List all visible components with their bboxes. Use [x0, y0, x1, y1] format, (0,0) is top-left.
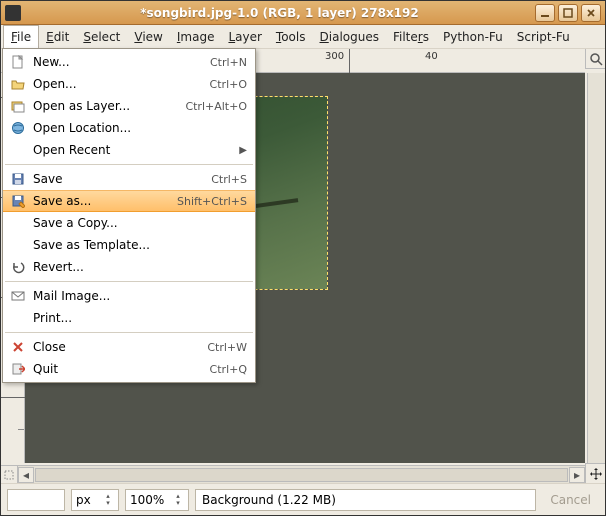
horizontal-scrollbar[interactable]: ◂ ▸: [18, 465, 585, 483]
close-icon: [9, 339, 27, 355]
unit-selector[interactable]: px ▴▾: [71, 489, 119, 511]
submenu-arrow-icon: ▶: [239, 145, 247, 156]
new-icon: [9, 54, 27, 70]
menu-filters[interactable]: Filters: [386, 25, 436, 48]
spinner-icon: ▴▾: [102, 491, 114, 509]
globe-icon: [9, 120, 27, 136]
revert-icon: [9, 259, 27, 275]
statusbar: px ▴▾ 100% ▴▾ Background (1.22 MB) Cance…: [1, 483, 605, 515]
vertical-scrollbar[interactable]: [587, 73, 605, 463]
status-message: Background (1.22 MB): [195, 489, 536, 511]
blank-icon: [9, 215, 27, 231]
menu-select[interactable]: Select: [76, 25, 127, 48]
menu-item-open-location[interactable]: Open Location...: [3, 117, 255, 139]
cursor-position: [7, 489, 65, 511]
menu-script-fu[interactable]: Script-Fu: [510, 25, 577, 48]
zoom-selector[interactable]: 100% ▴▾: [125, 489, 189, 511]
open-layer-icon: [9, 98, 27, 114]
scroll-track[interactable]: [35, 468, 568, 482]
titlebar[interactable]: *songbird.jpg-1.0 (RGB, 1 layer) 278x192: [1, 1, 605, 25]
menu-tools[interactable]: Tools: [269, 25, 313, 48]
close-window-button[interactable]: [581, 4, 601, 22]
menu-item-open-as-layer[interactable]: Open as Layer... Ctrl+Alt+O: [3, 95, 255, 117]
separator: [5, 164, 253, 165]
menu-dialogues[interactable]: Dialogues: [313, 25, 386, 48]
menu-item-close[interactable]: Close Ctrl+W: [3, 336, 255, 358]
menu-item-print[interactable]: Print...: [3, 307, 255, 329]
menu-python-fu[interactable]: Python-Fu: [436, 25, 510, 48]
mail-icon: [9, 288, 27, 304]
zoom-nav-button[interactable]: [585, 49, 605, 69]
menu-item-revert[interactable]: Revert...: [3, 256, 255, 278]
menu-item-new[interactable]: New... Ctrl+N: [3, 51, 255, 73]
blank-icon: [9, 142, 27, 158]
menu-item-mail-image[interactable]: Mail Image...: [3, 285, 255, 307]
quit-icon: [9, 361, 27, 377]
move-icon: [589, 467, 603, 481]
menu-item-save-template[interactable]: Save as Template...: [3, 234, 255, 256]
menu-item-quit[interactable]: Quit Ctrl+Q: [3, 358, 255, 380]
menu-layer[interactable]: Layer: [221, 25, 268, 48]
open-icon: [9, 76, 27, 92]
quickmask-toggle[interactable]: [1, 465, 18, 483]
maximize-button[interactable]: [558, 4, 578, 22]
window-title: *songbird.jpg-1.0 (RGB, 1 layer) 278x192: [27, 6, 532, 20]
app-icon: [5, 5, 21, 21]
menu-file[interactable]: File: [3, 25, 39, 48]
menu-image[interactable]: Image: [170, 25, 222, 48]
menu-item-open-recent[interactable]: Open Recent ▶: [3, 139, 255, 161]
menubar: File Edit Select View Image Layer Tools …: [1, 25, 605, 49]
scroll-right-button[interactable]: ▸: [569, 467, 585, 483]
blank-icon: [9, 310, 27, 326]
menu-item-open[interactable]: Open... Ctrl+O: [3, 73, 255, 95]
zoom-icon: [589, 52, 603, 66]
separator: [5, 332, 253, 333]
save-icon: [9, 171, 27, 187]
scroll-left-button[interactable]: ◂: [18, 467, 34, 483]
save-as-icon: [9, 193, 27, 209]
file-menu-dropdown: New... Ctrl+N Open... Ctrl+O Open as Lay…: [2, 48, 256, 383]
minimize-button[interactable]: [535, 4, 555, 22]
spinner-icon: ▴▾: [172, 491, 184, 509]
blank-icon: [9, 237, 27, 253]
zoom-label: 100%: [130, 493, 164, 507]
menu-item-save-as[interactable]: Save as... Shift+Ctrl+S: [3, 190, 255, 212]
navigate-button[interactable]: [585, 463, 605, 483]
menu-item-save-copy[interactable]: Save a Copy...: [3, 212, 255, 234]
menu-edit[interactable]: Edit: [39, 25, 76, 48]
menu-view[interactable]: View: [127, 25, 169, 48]
separator: [5, 281, 253, 282]
gimp-image-window: *songbird.jpg-1.0 (RGB, 1 layer) 278x192…: [0, 0, 606, 516]
unit-label: px: [76, 493, 91, 507]
cancel-button: Cancel: [542, 493, 599, 507]
menu-item-save[interactable]: Save Ctrl+S: [3, 168, 255, 190]
